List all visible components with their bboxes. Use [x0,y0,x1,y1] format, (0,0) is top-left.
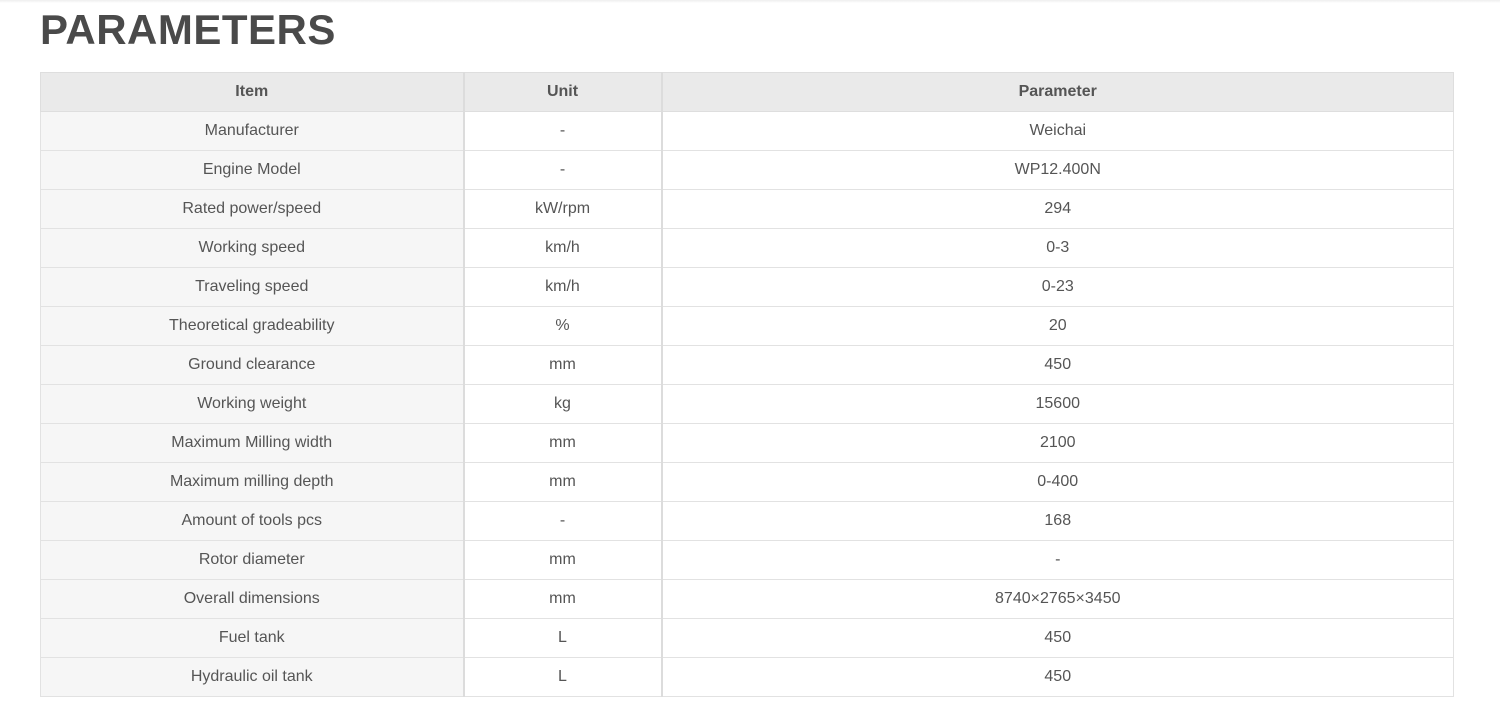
table-row: Theoretical gradeability% 20 [40,306,1454,346]
cell-item: Maximum Milling width [40,423,464,463]
cell-item: Working weight [40,384,464,424]
header-row: Item Unit Parameter [40,72,1454,112]
cell-unit: - [462,150,662,190]
table-row: Rotor diameter mm - [40,540,1454,580]
top-divider [0,0,1500,3]
cell-parameter: WP12.400N [660,150,1454,190]
cell-item: Rated power/speed [40,189,464,229]
table-row: Working weight kg 15600 [40,384,1454,424]
cell-parameter: 8740×2765×3450 [660,579,1454,619]
cell-unit: km/h [462,267,662,307]
table-row: Overall dimensions mm 8740×2765×3450 [40,579,1454,619]
cell-unit: kW/rpm [462,189,662,229]
table-row: Fuel tank L 450 [40,618,1454,658]
cell-item: Overall dimensions [40,579,464,619]
cell-unit: mm [462,345,662,385]
table-row: Traveling speed km/h 0-23 [40,267,1454,307]
cell-parameter: 450 [660,657,1454,697]
table-row: Maximum milling depth mm 0-400 [40,462,1454,502]
cell-parameter: - [660,540,1454,580]
cell-item: Ground clearance [40,345,464,385]
cell-unit: mm [462,540,662,580]
cell-unit: kg [462,384,662,424]
cell-item: Traveling speed [40,267,464,307]
cell-unit: mm [462,462,662,502]
table-row: Maximum Milling width mm 2100 [40,423,1454,463]
cell-unit: % [462,306,662,346]
cell-parameter: 2100 [660,423,1454,463]
table-row: Rated power/speed kW/rpm 294 [40,189,1454,229]
cell-item: Engine Model [40,150,464,190]
cell-item: Theoretical gradeability [40,306,464,346]
cell-unit: mm [462,423,662,463]
cell-parameter: 0-23 [660,267,1454,307]
cell-parameter: 15600 [660,384,1454,424]
table-row: Hydraulic oil tank L 450 [40,657,1454,697]
cell-item: Hydraulic oil tank [40,657,464,697]
table-row: Ground clearance mm 450 [40,345,1454,385]
cell-unit: - [462,111,662,151]
cell-item: Manufacturer [40,111,464,151]
parameters-table: Item Unit Parameter Manufacturer - Weichai… [40,72,1454,697]
table-body: Manufacturer - Weichai Engine Model - WP12.40… [40,111,1454,697]
cell-parameter: 450 [660,345,1454,385]
cell-parameter: 0-400 [660,462,1454,502]
cell-unit: L [462,618,662,658]
cell-unit: - [462,501,662,541]
cell-parameter: 20 [660,306,1454,346]
table-row: Engine Model - WP12.400N [40,150,1454,190]
cell-unit: mm [462,579,662,619]
cell-unit: L [462,657,662,697]
table-header: Item Unit Parameter [40,72,1454,112]
page-title: PARAMETERS [40,6,336,53]
cell-item: Amount of tools pcs [40,501,464,541]
table-row: Amount of tools pcs -168 [40,501,1454,541]
cell-parameter: 0-3 [660,228,1454,268]
table-row: Manufacturer - Weichai [40,111,1454,151]
header-unit: Unit [462,72,662,112]
cell-parameter: 450 [660,618,1454,658]
cell-parameter: 168 [660,501,1454,541]
cell-unit: km/h [462,228,662,268]
table-row: Working speed km/h 0-3 [40,228,1454,268]
cell-parameter: 294 [660,189,1454,229]
header-item: Item [40,72,464,112]
cell-item: Rotor diameter [40,540,464,580]
header-parameter: Parameter [660,72,1454,112]
cell-parameter: Weichai [660,111,1454,151]
cell-item: Fuel tank [40,618,464,658]
cell-item: Maximum milling depth [40,462,464,502]
cell-item: Working speed [40,228,464,268]
